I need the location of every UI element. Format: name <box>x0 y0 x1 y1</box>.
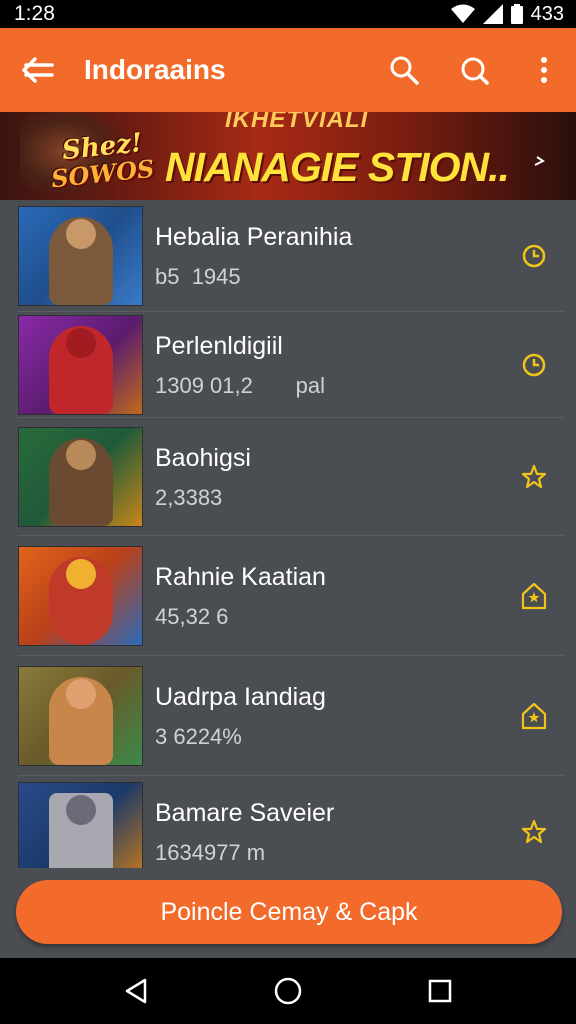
system-nav-bar <box>0 958 576 1024</box>
game-name: Bamare Saveier <box>155 799 335 827</box>
primary-action-button[interactable]: Poincle Cemay & Capk <box>16 880 562 944</box>
search-icon[interactable] <box>386 52 422 88</box>
promo-banner[interactable]: Shez! SOWOS IKHETVIALI NIANAGIE STION.. <box>0 112 576 200</box>
star-badge-icon[interactable] <box>512 694 556 738</box>
game-meta: 2,3383 <box>155 484 223 510</box>
list-item[interactable]: Rahnie Kaatian 45,32 6 <box>18 536 564 656</box>
list-item[interactable]: Uadrpa Iandiag 3 6224% <box>18 656 564 776</box>
star-badge-icon[interactable] <box>512 574 556 618</box>
clock-icon[interactable] <box>512 234 556 278</box>
star-icon[interactable] <box>512 455 556 499</box>
game-meta: 1309 01,2 pal <box>155 372 326 398</box>
recents-square-icon[interactable] <box>418 969 462 1013</box>
game-name: Rahnie Kaatian <box>155 562 326 591</box>
banner-headline: NIANAGIE STION.. <box>165 144 510 190</box>
star-icon[interactable] <box>512 810 556 854</box>
overflow-menu-icon[interactable] <box>526 52 562 88</box>
game-meta: b5 1945 <box>155 263 241 289</box>
clock-icon[interactable] <box>512 343 556 387</box>
signal-icon <box>482 4 503 24</box>
status-battery-text: 433 <box>530 2 564 25</box>
game-thumbnail <box>18 665 143 766</box>
banner-kicker: IKHETVIALI <box>225 112 369 133</box>
status-bar: 1:28 433 <box>0 0 576 28</box>
game-meta: 45,32 6 <box>155 603 229 629</box>
app-bar: Indoraains <box>0 28 576 112</box>
game-thumbnail <box>18 314 143 415</box>
list-item[interactable]: Baohigsi 2,3383 <box>18 418 564 536</box>
search-icon[interactable] <box>456 52 492 88</box>
game-thumbnail <box>18 426 143 527</box>
game-name: Hebalia Peranihia <box>155 222 353 251</box>
game-name: Perlenldigiil <box>155 331 283 360</box>
game-name: Uadrpa Iandiag <box>155 682 326 711</box>
banner-badge: Shez! SOWOS <box>40 122 165 198</box>
game-meta: 1634977 m <box>155 840 266 865</box>
status-icons: 433 <box>450 2 564 26</box>
battery-icon <box>510 4 523 24</box>
status-time: 1:28 <box>14 2 55 25</box>
banner-more-icon[interactable] <box>532 154 546 168</box>
game-thumbnail <box>18 782 143 868</box>
back-arrow-icon[interactable] <box>18 50 58 90</box>
game-list: Hebalia Peranihia b5 1945 Perlenldigiil … <box>18 200 564 868</box>
list-item[interactable]: Bamare Saveier 1634977 m <box>18 776 564 868</box>
list-item[interactable]: Hebalia Peranihia b5 1945 <box>18 200 564 312</box>
wifi-icon <box>450 4 475 24</box>
game-thumbnail <box>18 545 143 646</box>
list-item[interactable]: Perlenldigiil 1309 01,2 pal <box>18 312 564 418</box>
app-title: Indoraains <box>84 54 226 85</box>
game-thumbnail <box>18 205 143 306</box>
home-circle-icon[interactable] <box>266 969 310 1013</box>
back-triangle-icon[interactable] <box>114 969 158 1013</box>
game-meta: 3 6224% <box>155 723 242 749</box>
game-name: Baohigsi <box>155 443 251 472</box>
